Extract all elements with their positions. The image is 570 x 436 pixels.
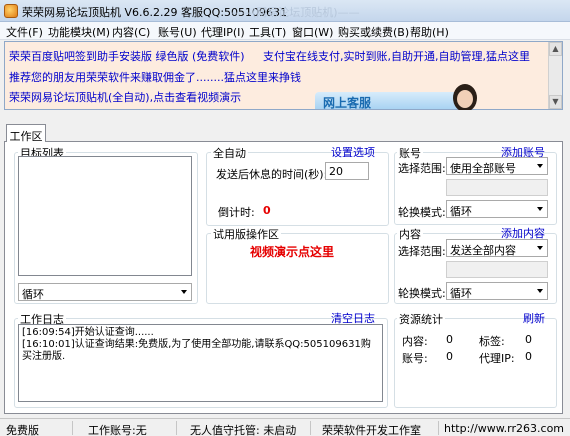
content-range-select[interactable]: 发送全部内容 (446, 239, 548, 257)
status-divider (72, 421, 73, 435)
ad-banner: 荣荣百度贴吧签到助手安装版 绿色版 (免费软件) 支付宝在线支付,实时到账,自助… (4, 41, 563, 110)
content-range-value: 发送全部内容 (450, 244, 516, 257)
scroll-up-icon[interactable]: ▲ (549, 42, 562, 56)
target-loop-value: 循环 (22, 288, 44, 301)
refresh-stats-link[interactable]: 刷新 (523, 310, 545, 326)
account-disabled-field (446, 179, 548, 196)
content-mode-value: 循环 (450, 287, 472, 300)
menu-tools[interactable]: 工具(T) (247, 24, 288, 40)
settings-options-link[interactable]: 设置选项 (331, 144, 375, 160)
content-mode-label: 轮换模式: (398, 287, 446, 300)
banner-link-video-demo[interactable]: 荣荣网易论坛顶贴机(全自动),点击查看视频演示 (9, 89, 241, 105)
chevron-down-icon (181, 290, 187, 294)
log-line: [16:09:54]开始认证查询...... (22, 327, 154, 338)
service-agent-avatar (445, 82, 485, 110)
status-edition: 免费版 (6, 424, 39, 436)
chevron-down-icon (537, 289, 543, 293)
resource-stats-title: 资源统计 (397, 311, 445, 327)
stats-account-label: 账号: (402, 352, 428, 365)
menu-content[interactable]: 内容(C) (110, 24, 152, 40)
banner-link-referral[interactable]: 推荐您的朋友用荣荣软件来赚取佣金了........猛点这里来挣钱 (9, 69, 301, 85)
tab-strip: 工作区 (4, 124, 563, 143)
stats-tag-value: 0 (525, 333, 532, 346)
rest-time-label: 发送后休息的时间(秒): (216, 168, 328, 181)
full-auto-title: 全自动 (211, 145, 248, 161)
stats-content-value: 0 (446, 333, 453, 346)
log-line: [16:10:01]认证查询结果:免费版,为了使用全部功能,请联系QQ:5051… (22, 339, 371, 362)
banner-link-baidu-checkin[interactable]: 荣荣百度贴吧签到助手安装版 绿色版 (免费软件) (9, 48, 245, 64)
status-divider (310, 421, 311, 435)
status-studio: 荣荣软件开发工作室 (322, 424, 421, 436)
menu-file[interactable]: 文件(F) (4, 24, 45, 40)
rest-time-input[interactable]: 20 (325, 162, 369, 180)
stats-content-label: 内容: (402, 335, 428, 348)
status-divider (176, 421, 177, 435)
window-ghost-title: ——(网易论坛顶贴机)—— (230, 6, 360, 19)
status-website-link[interactable]: http://www.rr263.com (444, 422, 564, 435)
chevron-down-icon (537, 246, 543, 250)
stats-proxy-label: 代理IP: (479, 352, 515, 365)
chevron-down-icon (537, 164, 543, 168)
work-log-textarea[interactable]: [16:09:54]开始认证查询...... [16:10:01]认证查询结果:… (18, 324, 383, 402)
tab-workspace[interactable]: 工作区 (6, 124, 46, 143)
account-title: 账号 (397, 145, 423, 161)
stats-tag-label: 标签: (479, 335, 505, 348)
content-range-label: 选择范围: (398, 245, 446, 258)
status-unattended: 无人值守托管: 未启动 (190, 424, 297, 436)
target-listbox[interactable] (18, 156, 192, 276)
content-mode-select[interactable]: 循环 (446, 282, 548, 300)
stats-account-value: 0 (446, 350, 453, 363)
stats-proxy-value: 0 (525, 350, 532, 363)
banner-link-alipay[interactable]: 支付宝在线支付,实时到账,自助开通,自助管理,猛点这里 (263, 48, 530, 64)
menu-window[interactable]: 窗口(W) (290, 24, 335, 40)
title-bar[interactable]: 荣荣网易论坛顶贴机 V6.6.2.29 客服QQ:505109631 ——(网易… (0, 0, 570, 22)
menu-help[interactable]: 帮助(H) (408, 24, 451, 40)
account-mode-value: 循环 (450, 205, 472, 218)
account-range-value: 使用全部账号 (450, 162, 516, 175)
account-range-select[interactable]: 使用全部账号 (446, 157, 548, 175)
account-range-label: 选择范围: (398, 162, 446, 175)
target-loop-select[interactable]: 循环 (18, 283, 192, 301)
account-mode-label: 轮换模式: (398, 206, 446, 219)
online-service-button[interactable]: 网上客服 (315, 92, 465, 110)
menu-bar: 文件(F) 功能模块(M) 内容(C) 账号(U) 代理IP(I) 工具(T) … (0, 22, 570, 40)
video-demo-link[interactable]: 视频演示点这里 (250, 243, 334, 260)
workspace-panel: 目标列表 循环 全自动 设置选项 发送后休息的时间(秒): 20 倒计时: 0 … (4, 142, 563, 414)
status-bar: 免费版 工作账号:无 无人值守托管: 未启动 荣荣软件开发工作室 http://… (0, 418, 570, 436)
app-icon (4, 4, 18, 18)
banner-scrollbar[interactable]: ▲ ▼ (548, 42, 562, 109)
menu-proxy[interactable]: 代理IP(I) (199, 24, 247, 40)
trial-area-title: 试用版操作区 (211, 226, 281, 242)
menu-account[interactable]: 账号(U) (156, 24, 199, 40)
countdown-label: 倒计时: (218, 206, 255, 219)
status-work-account: 工作账号:无 (88, 424, 147, 436)
menu-modules[interactable]: 功能模块(M) (46, 24, 112, 40)
menu-purchase[interactable]: 购买或续费(B) (336, 24, 411, 40)
scroll-down-icon[interactable]: ▼ (549, 95, 562, 109)
content-title: 内容 (397, 226, 423, 242)
status-divider (438, 421, 439, 435)
countdown-value: 0 (263, 204, 271, 217)
account-mode-select[interactable]: 循环 (446, 200, 548, 218)
content-disabled-field (446, 261, 548, 278)
chevron-down-icon (537, 207, 543, 211)
